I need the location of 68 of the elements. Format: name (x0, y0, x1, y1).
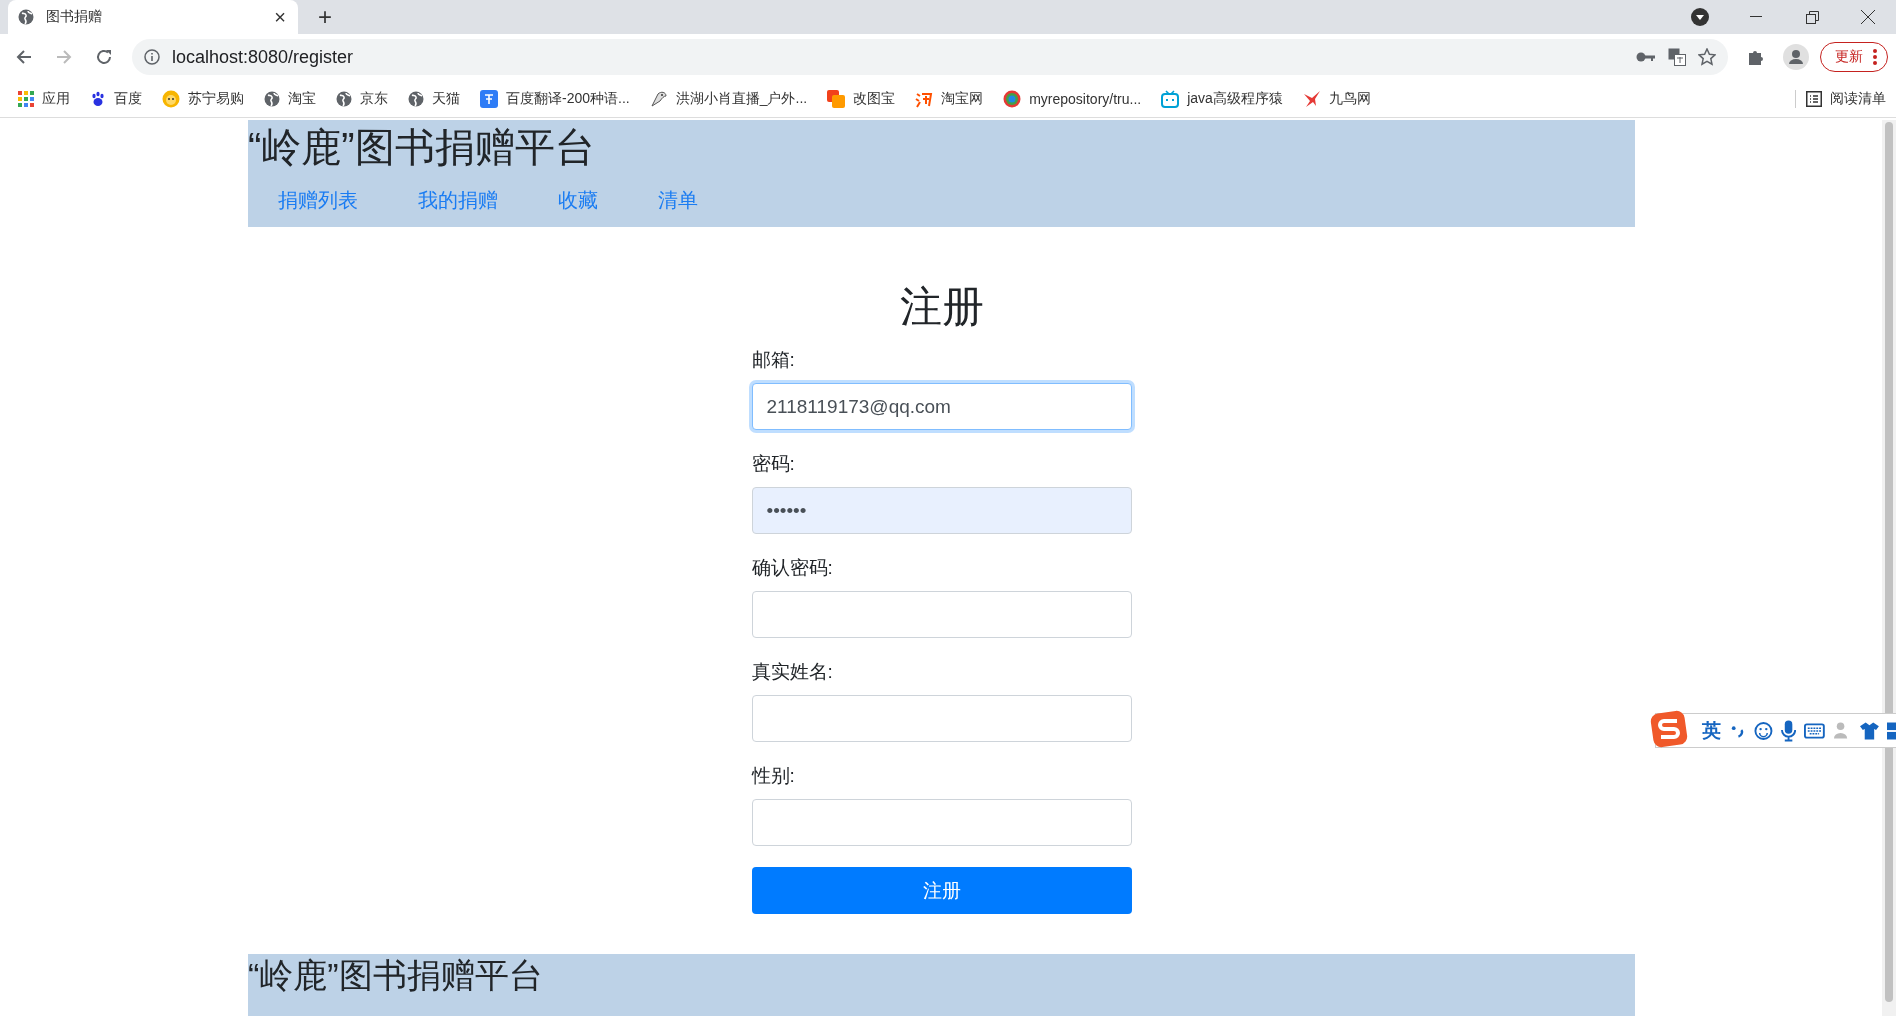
input-field[interactable] (751, 591, 1132, 638)
field-label: 性别: (751, 764, 796, 788)
field-label: 真实姓名: (751, 660, 834, 684)
bookmark-item[interactable]: 苏宁易购 (154, 89, 252, 108)
browser-tab[interactable]: 图书捐赠 × (8, 0, 298, 34)
bird-icon (649, 89, 668, 108)
update-button[interactable]: 更新 (1820, 42, 1888, 72)
list-icon (1806, 90, 1822, 107)
input-field[interactable]: •••••• (751, 487, 1132, 534)
close-icon[interactable] (1861, 10, 1875, 24)
bookmark-item[interactable]: 洪湖小肖直播_户外... (641, 89, 816, 108)
url-text: localhost:8080/register (172, 46, 355, 68)
form-title: 注册 (898, 282, 985, 332)
address-bar[interactable]: localhost:8080/register (132, 39, 1728, 75)
globe-icon (408, 90, 424, 107)
bookmark-item[interactable]: 淘宝 (256, 89, 324, 108)
key-icon[interactable] (1636, 51, 1656, 63)
reload-icon[interactable] (96, 49, 112, 65)
register-button[interactable]: 注册 (751, 867, 1132, 914)
lion-face-icon (162, 89, 180, 108)
bookmark-item[interactable]: 百度翻译-200种语... (472, 89, 638, 108)
bookmark-item[interactable]: myrepository/tru... (995, 89, 1150, 108)
bookmark-item[interactable]: 淘宝网 (907, 89, 992, 108)
microphone-icon[interactable] (1780, 719, 1796, 742)
bookmark-item[interactable]: java高级程序猿 (1153, 89, 1291, 108)
footer-title: “岭鹿”图书捐赠平台 (248, 955, 544, 996)
grid-icon[interactable] (1886, 721, 1896, 740)
ime-mode-text[interactable]: 英 (1702, 717, 1721, 744)
keyboard-icon[interactable] (1804, 722, 1825, 739)
restore-icon[interactable] (1805, 10, 1819, 24)
bookmark-item[interactable]: 天猫 (400, 89, 468, 108)
bookmark-item[interactable]: 应用 (10, 89, 78, 108)
swallow-icon (1302, 89, 1321, 108)
squares-icon (827, 89, 846, 108)
site-title: “岭鹿”图书捐赠平台 (248, 124, 596, 171)
smiley-icon[interactable] (1754, 720, 1773, 741)
more-vertical-icon (1873, 49, 1877, 65)
apps-grid-icon (18, 90, 34, 107)
tab-globe-icon (18, 9, 34, 25)
translate-icon (480, 89, 498, 108)
field-label: 密码: (751, 452, 796, 476)
input-field[interactable]: 2118119173@qq.com (751, 383, 1132, 430)
field-label: 邮箱: (751, 348, 796, 372)
globe-icon (264, 90, 280, 107)
shirt-icon[interactable] (1859, 721, 1879, 740)
globe-icon (336, 90, 352, 107)
tab-search-icon[interactable] (1691, 8, 1709, 26)
bookmark-item[interactable]: 百度 (82, 89, 150, 108)
input-field[interactable] (751, 799, 1132, 846)
scrollbar[interactable] (1882, 120, 1896, 1016)
input-field[interactable] (751, 695, 1132, 742)
bookmark-star-icon[interactable] (1698, 48, 1716, 66)
puzzle-piece-icon[interactable] (1747, 48, 1765, 66)
close-tab-icon[interactable]: × (274, 7, 286, 27)
field-label: 确认密码: (751, 556, 834, 580)
bookmark-item[interactable]: 改图宝 (819, 89, 904, 108)
bookmark-item[interactable]: 京东 (328, 89, 396, 108)
profile-avatar-icon[interactable] (1783, 44, 1809, 70)
new-tab-button[interactable]: + (318, 5, 332, 29)
paw-icon (90, 90, 106, 107)
colorful-ring-icon (1003, 89, 1022, 108)
bookmark-item[interactable]: 九鸟网 (1294, 89, 1379, 108)
translate-page-icon[interactable] (1668, 48, 1686, 66)
back-arrow-icon[interactable] (16, 49, 32, 65)
info-icon[interactable] (144, 49, 160, 65)
minimize-icon[interactable] (1750, 16, 1762, 18)
tv-icon (1161, 89, 1180, 108)
reading-list-button[interactable]: 阅读清单 (1795, 89, 1886, 108)
